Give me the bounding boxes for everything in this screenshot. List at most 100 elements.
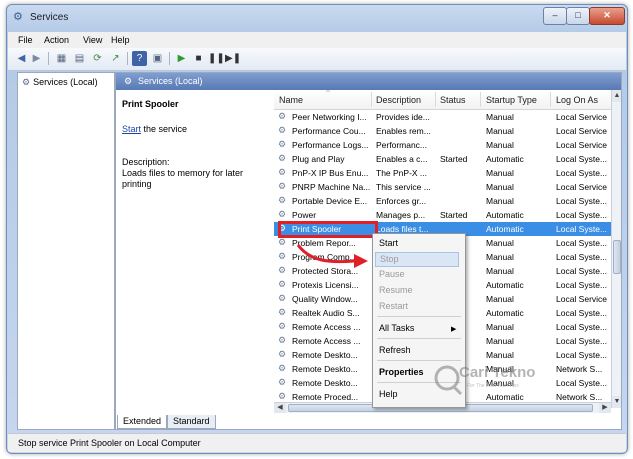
cell-startup-type: Manual	[486, 168, 514, 178]
service-row[interactable]: ⚙ Peer Networking I... Provides ide... Manu…	[274, 110, 611, 124]
column-divider[interactable]	[435, 92, 436, 107]
scroll-right-icon[interactable]: ▶	[599, 403, 611, 413]
vertical-scrollbar[interactable]: ▲ ▼	[611, 90, 621, 408]
help-icon[interactable]: ?	[132, 51, 147, 66]
column-header-name[interactable]: Name	[279, 95, 303, 105]
service-row[interactable]: ⚙ Plug and Play Enables a c... Started Autom…	[274, 152, 611, 166]
cell-startup-type: Manual	[486, 126, 514, 136]
cell-startup-type: Automatic	[486, 154, 524, 164]
cell-startup-type: Automatic	[486, 280, 524, 290]
toolbar-separator	[127, 52, 128, 65]
cell-startup-type: Manual	[486, 196, 514, 206]
cell-name: Remote Deskto...	[292, 350, 358, 360]
ctx-start[interactable]: Start	[379, 238, 398, 248]
service-row[interactable]: ⚙ Performance Cou... Enables rem... Manual L…	[274, 124, 611, 138]
ctx-separator	[377, 338, 461, 339]
selected-service-name: Print Spooler	[122, 99, 179, 109]
scroll-thumb[interactable]	[613, 240, 621, 274]
close-button[interactable]: ✕	[589, 7, 625, 25]
scroll-left-icon[interactable]: ◀	[274, 403, 286, 413]
ctx-separator	[377, 316, 461, 317]
column-divider[interactable]	[371, 92, 372, 107]
cell-startup-type: Manual	[486, 238, 514, 248]
menu-action[interactable]: Action	[44, 35, 69, 45]
submenu-arrow-icon: ▶	[451, 326, 457, 333]
description-label: Description:	[122, 157, 170, 167]
cell-log-on-as: Local Syste...	[556, 168, 608, 178]
service-row[interactable]: ⚙ Performance Logs... Performanc... Manual L…	[274, 138, 611, 152]
cell-description: Enforces gr...	[376, 196, 427, 206]
cell-name: Quality Window...	[292, 294, 358, 304]
forward-icon[interactable]: ▶	[29, 51, 44, 66]
menu-file[interactable]: File	[18, 35, 33, 45]
tree-item-services-local[interactable]: ⚙ Services (Local)	[22, 77, 98, 88]
window-title: Services	[30, 12, 69, 23]
restart-icon[interactable]: ▶❚	[225, 51, 241, 66]
cell-startup-type: Manual	[486, 350, 514, 360]
ctx-refresh[interactable]: Refresh	[379, 345, 411, 355]
scroll-down-icon[interactable]: ▼	[612, 396, 621, 408]
column-divider[interactable]	[480, 92, 481, 107]
cell-log-on-as: Local Syste...	[556, 252, 608, 262]
ctx-all-tasks[interactable]: All Tasks	[379, 323, 414, 333]
tab-standard[interactable]: Standard	[167, 415, 216, 429]
cell-log-on-as: Local Syste...	[556, 154, 608, 164]
back-icon[interactable]: ◀	[14, 51, 29, 66]
toolbar-separator	[169, 52, 170, 65]
ctx-help[interactable]: Help	[379, 389, 398, 399]
column-divider[interactable]	[550, 92, 551, 107]
cell-startup-type: Manual	[486, 266, 514, 276]
cell-startup-type: Manual	[486, 378, 514, 388]
refresh-icon[interactable]: ⟳	[90, 51, 105, 66]
service-gear-icon: ⚙	[278, 139, 287, 149]
show-tree-icon[interactable]: ▦	[54, 51, 69, 66]
cell-startup-type: Automatic	[486, 224, 524, 234]
cell-log-on-as: Local Syste...	[556, 266, 608, 276]
ctx-pause[interactable]: Pause	[379, 269, 405, 279]
service-gear-icon: ⚙	[278, 167, 287, 177]
column-header-log-on-as[interactable]: Log On As	[556, 95, 598, 105]
service-row[interactable]: ⚙ PNRP Machine Na... This service ... Manua…	[274, 180, 611, 194]
cell-log-on-as: Local Service	[556, 126, 608, 136]
services-app-icon: ⚙	[13, 11, 23, 23]
cell-name: Peer Networking I...	[292, 112, 367, 122]
scroll-up-icon[interactable]: ▲	[612, 90, 621, 102]
cell-startup-type: Manual	[486, 322, 514, 332]
highlight-box	[278, 221, 378, 238]
properties-icon[interactable]: ▤	[72, 51, 87, 66]
service-gear-icon: ⚙	[278, 363, 287, 373]
cell-name: Performance Logs...	[292, 140, 369, 150]
tree-item-label: Services (Local)	[33, 77, 98, 87]
service-row[interactable]: ⚙ Power Manages p... Started Automatic Local …	[274, 208, 611, 222]
ctx-resume[interactable]: Resume	[379, 285, 413, 295]
cell-log-on-as: Local Syste...	[556, 378, 608, 388]
stop-icon[interactable]: ■	[191, 51, 206, 66]
console-icon[interactable]: ▣	[150, 51, 165, 66]
pane-title: Services (Local)	[138, 76, 203, 86]
column-header-description[interactable]: Description	[376, 95, 421, 105]
cell-name: Remote Deskto...	[292, 364, 358, 374]
pause-icon[interactable]: ❚❚	[208, 51, 225, 66]
tab-extended[interactable]: Extended	[117, 415, 168, 429]
service-row[interactable]: ⚙ PnP-X IP Bus Enu... The PnP-X ... Manual L…	[274, 166, 611, 180]
maximize-button[interactable]: □	[566, 7, 590, 25]
minimize-button[interactable]: –	[543, 7, 567, 25]
cell-description: This service ...	[376, 182, 431, 192]
export-icon[interactable]: ↗	[108, 51, 123, 66]
menu-view[interactable]: View	[83, 35, 102, 45]
ctx-separator	[377, 360, 461, 361]
title-bar[interactable]: ⚙ Services – □ ✕	[7, 5, 627, 31]
ctx-properties[interactable]: Properties	[379, 367, 424, 377]
services-icon: ⚙	[124, 76, 133, 86]
play-icon[interactable]: ▶	[174, 51, 189, 66]
cell-log-on-as: Local Syste...	[556, 322, 608, 332]
menu-help[interactable]: Help	[111, 35, 130, 45]
service-row[interactable]: ⚙ Portable Device E... Enforces gr... Manua…	[274, 194, 611, 208]
ctx-stop[interactable]: Stop	[375, 252, 459, 267]
description-text: Loads files to memory for later printing	[122, 168, 244, 189]
column-header-status[interactable]: Status	[440, 95, 466, 105]
column-header-startup-type[interactable]: Startup Type	[486, 95, 537, 105]
cell-name: Realtek Audio S...	[292, 308, 360, 318]
ctx-restart[interactable]: Restart	[379, 301, 408, 311]
start-service-link[interactable]: Start	[122, 124, 141, 134]
